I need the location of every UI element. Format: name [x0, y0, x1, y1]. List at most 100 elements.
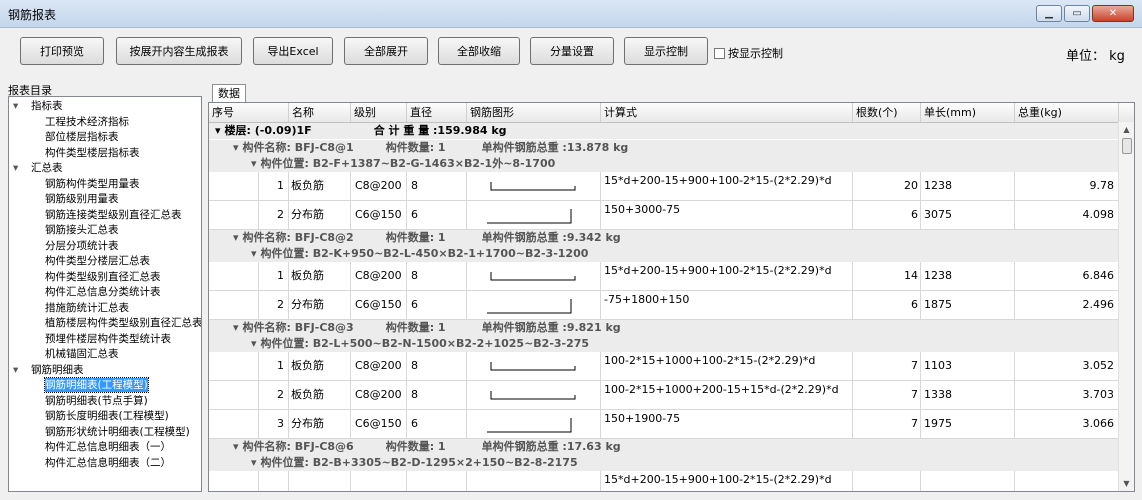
checkbox-icon[interactable]	[714, 47, 725, 59]
tree-item[interactable]: 工程技术经济指标	[45, 115, 129, 129]
column-header[interactable]: 根数(个)	[853, 103, 921, 122]
vertical-scrollbar[interactable]: ▲ ▼	[1118, 122, 1134, 491]
tree-item[interactable]: 构件汇总信息明细表（一）	[45, 440, 171, 454]
row-length: 1238	[921, 172, 1015, 200]
row-indent	[209, 172, 259, 200]
tree-item-label: 构件汇总信息明细表（一）	[45, 441, 171, 453]
position-group-row[interactable]: ▾ 构件位置: B2-K+950~B2-L-450×B2-1+1700~B2-3-…	[209, 246, 1119, 262]
tree-item[interactable]: ▾ 指标表	[13, 99, 63, 113]
expand-arrow-icon[interactable]: ▾	[13, 363, 23, 377]
tree-item[interactable]: 植筋楼层构件类型级别直径汇总表	[45, 316, 201, 330]
quantity-settings-button[interactable]: 分量设置	[530, 37, 614, 65]
tree-item[interactable]: 构件类型级别直径汇总表	[45, 270, 161, 284]
row-grade: C8@200	[351, 381, 407, 409]
display-control-button[interactable]: 显示控制	[624, 37, 708, 65]
member-group-row[interactable]: ▾ 构件名称: BFJ-C8@2 构件数量: 1 单构件钢筋总重 :9.342 kg	[209, 230, 1119, 246]
row-formula: 100-2*15+1000+100-2*15-(2*2.29)*d	[601, 352, 853, 380]
column-header[interactable]: 直径	[407, 103, 467, 122]
tree-item[interactable]: ▾ 钢筋明细表	[13, 363, 84, 377]
row-name: 板负筋	[289, 172, 351, 200]
table-row[interactable]: 15*d+200-15+900+100-2*15-(2*2.29)*d	[209, 471, 1119, 491]
column-header[interactable]: 单长(mm)	[921, 103, 1015, 122]
tree-item-label: 钢筋级别用量表	[45, 193, 119, 205]
tree-item[interactable]: 钢筋连接类型级别直径汇总表	[45, 208, 182, 222]
column-header[interactable]: 计算式	[601, 103, 853, 122]
position-group-row[interactable]: ▾ 构件位置: B2-L+500~B2-N-1500×B2-2+1025~B2-3…	[209, 336, 1119, 352]
collapse-all-button[interactable]: 全部收缩	[438, 37, 520, 65]
tree-item[interactable]: 构件汇总信息分类统计表	[45, 285, 161, 299]
expand-arrow-icon[interactable]: ▾	[13, 161, 23, 175]
tree-item[interactable]: ▾ 汇总表	[13, 161, 63, 175]
rebar-shape-hook-icon	[490, 391, 576, 400]
tree-item[interactable]: 钢筋长度明细表(工程模型)	[45, 409, 169, 423]
expand-arrow-icon[interactable]: ▾	[251, 456, 257, 469]
tree-item[interactable]: 部位楼层指标表	[45, 130, 119, 144]
row-name: 分布筋	[289, 291, 351, 319]
expand-arrow-icon[interactable]: ▾	[233, 440, 239, 453]
tree-item[interactable]: 钢筋级别用量表	[45, 192, 119, 206]
table-row[interactable]: 2 分布筋 C6@150 6 150+3000-75 6 3075 4.098	[209, 201, 1119, 230]
table-row[interactable]: 2 分布筋 C6@150 6 -75+1800+150 6 1875 2.496	[209, 291, 1119, 320]
column-header[interactable]: 序号	[209, 103, 289, 122]
expand-arrow-icon[interactable]: ▾	[251, 247, 257, 260]
tree-item[interactable]: 构件类型分楼层汇总表	[45, 254, 150, 268]
expand-arrow-icon[interactable]: ▾	[233, 141, 239, 154]
member-name: 构件名称: BFJ-C8@2	[242, 231, 354, 244]
expand-arrow-icon[interactable]: ▾	[251, 157, 257, 170]
position-label: 构件位置: B2-B+3305~B2-D-1295×2+150~B2-8-217…	[260, 456, 578, 469]
expand-arrow-icon[interactable]: ▾	[13, 99, 23, 113]
print-preview-button[interactable]: 打印预览	[20, 37, 104, 65]
member-group-row[interactable]: ▾ 构件名称: BFJ-C8@3 构件数量: 1 单构件钢筋总重 :9.821 kg	[209, 320, 1119, 336]
member-group-row[interactable]: ▾ 构件名称: BFJ-C8@1 构件数量: 1 单构件钢筋总重 :13.878 kg	[209, 140, 1119, 156]
tree-item[interactable]: 钢筋接头汇总表	[45, 223, 119, 237]
member-name: 构件名称: BFJ-C8@6	[242, 440, 354, 453]
minimize-icon[interactable]: ▁	[1036, 5, 1062, 22]
member-weight: 单构件钢筋总重 :9.821 kg	[481, 321, 621, 334]
table-row[interactable]: 2 板负筋 C8@200 8 100-2*15+1000+200-15+15*d-(2*…	[209, 381, 1119, 410]
column-header[interactable]: 名称	[289, 103, 351, 122]
tree-item-label: 钢筋构件类型用量表	[45, 177, 140, 190]
tree-item[interactable]: 构件汇总信息明细表（二）	[45, 456, 171, 470]
tree-item[interactable]: 分层分项统计表	[45, 239, 119, 253]
scroll-thumb[interactable]	[1122, 138, 1132, 154]
expand-arrow-icon[interactable]: ▾	[251, 337, 257, 350]
scroll-up-icon[interactable]: ▲	[1119, 122, 1134, 137]
table-row[interactable]: 3 分布筋 C6@150 6 150+1900-75 7 1975 3.066	[209, 410, 1119, 439]
tree-item[interactable]: 预埋件楼层构件类型统计表	[45, 332, 171, 346]
position-group-row[interactable]: ▾ 构件位置: B2-F+1387~B2-G-1463×B2-1外~8-1700	[209, 156, 1119, 172]
tree-item-label: 措施筋统计汇总表	[45, 301, 129, 314]
tree-item[interactable]: 机械锚固汇总表	[45, 347, 119, 361]
tree-item[interactable]: 钢筋构件类型用量表	[45, 177, 140, 191]
row-indent	[209, 262, 259, 290]
row-formula: 150+1900-75	[601, 410, 853, 438]
column-header[interactable]: 总重(kg)	[1015, 103, 1119, 122]
expand-arrow-icon[interactable]: ▾	[215, 124, 221, 137]
member-group-row[interactable]: ▾ 构件名称: BFJ-C8@6 构件数量: 1 单构件钢筋总重 :17.63 kg	[209, 439, 1119, 455]
table-row[interactable]: 1 板负筋 C8@200 8 15*d+200-15+900+100-2*15-(2*2…	[209, 172, 1119, 201]
position-group-row[interactable]: ▾ 构件位置: B2-B+3305~B2-D-1295×2+150~B2-8-21…	[209, 455, 1119, 471]
maximize-icon[interactable]: ▭	[1064, 5, 1090, 22]
row-quantity: 14	[853, 262, 921, 290]
column-header[interactable]: 级别	[351, 103, 407, 122]
expand-arrow-icon[interactable]: ▾	[233, 231, 239, 244]
tree-item[interactable]: 构件类型楼层指标表	[45, 146, 140, 160]
tree-item[interactable]: 钢筋明细表(节点手算)	[45, 394, 148, 408]
close-icon[interactable]: ✕	[1092, 5, 1134, 22]
column-header[interactable]: 钢筋图形	[467, 103, 601, 122]
tree-item-label: 钢筋连接类型级别直径汇总表	[45, 208, 182, 221]
tree-item[interactable]: 措施筋统计汇总表	[45, 301, 129, 315]
scroll-down-icon[interactable]: ▼	[1119, 476, 1134, 491]
floor-group-row[interactable]: ▾ 楼层: (-0.09)1F 合 计 重 量 :159.984 kg	[209, 123, 1119, 139]
table-row[interactable]: 1 板负筋 C8@200 8 15*d+200-15+900+100-2*15-(2*2…	[209, 262, 1119, 291]
generate-report-button[interactable]: 按展开内容生成报表	[116, 37, 242, 65]
report-tree[interactable]: ▾ 指标表工程技术经济指标 部位楼层指标表构件类型楼层指标表 ▾ 汇总表钢筋构件类型用量…	[8, 96, 202, 492]
tree-item[interactable]: 钢筋形状统计明细表(工程模型)	[45, 425, 190, 439]
expand-arrow-icon[interactable]: ▾	[233, 321, 239, 334]
tab-data[interactable]: 数据	[212, 84, 246, 102]
tree-item[interactable]: 钢筋明细表(工程模型)	[44, 377, 149, 393]
rebar-shape	[467, 172, 601, 200]
export-excel-button[interactable]: 导出Excel	[253, 37, 333, 65]
display-control-checkbox[interactable]: 按显示控制	[714, 45, 783, 61]
expand-all-button[interactable]: 全部展开	[344, 37, 428, 65]
table-row[interactable]: 1 板负筋 C8@200 8 100-2*15+1000+100-2*15-(2*2.2…	[209, 352, 1119, 381]
